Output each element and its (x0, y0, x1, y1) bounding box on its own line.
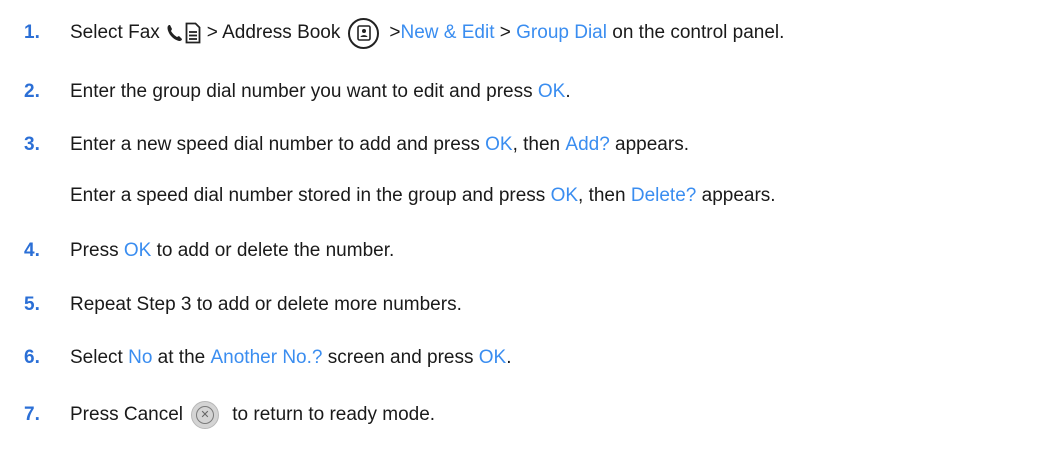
step-text: Select No at the Another No.? screen and… (70, 347, 512, 369)
step-text-part: appears. (696, 185, 776, 206)
step-number: 2. (24, 81, 40, 102)
step-text-part: . (506, 347, 512, 368)
close-x-icon: ✕ (196, 406, 214, 424)
step-text: Enter the group dial number you want to … (70, 81, 571, 103)
step-3-continuation: Enter a speed dial number stored in the … (24, 181, 1047, 211)
step-text-part: appears. (609, 134, 689, 155)
document-icon (185, 22, 201, 44)
add-prompt-label: Add? (565, 134, 610, 155)
step-text-part: Enter a new speed dial number to add and… (70, 134, 486, 155)
step-number: 7. (24, 404, 40, 425)
step-text-part: on the control panel. (606, 22, 785, 43)
step-7: 7. Press Cancel ✕ to return to ready mode… (24, 400, 1047, 430)
cancel-icon: ✕ (191, 401, 219, 429)
ok-label: OK (478, 347, 507, 368)
step-text-part: to return to ready mode. (227, 404, 436, 425)
step-number: 5. (24, 294, 40, 315)
step-text-part: , then (578, 185, 631, 206)
instruction-steps: 1. Select Fax > Address Book > New & Edi… (0, 0, 1047, 464)
step-6: 6. Select No at the Another No.? screen … (24, 343, 1047, 373)
step-4: 4. Press OK to add or delete the number. (24, 236, 1047, 266)
step-text-part: > (389, 22, 401, 43)
step-text-part: Press Cancel (70, 404, 183, 425)
step-text-part: Repeat Step 3 to add or delete more numb… (70, 294, 462, 315)
step-number: 4. (24, 240, 40, 261)
step-5: 5. Repeat Step 3 to add or delete more n… (24, 290, 1047, 320)
menu-path-new-edit: New & Edit (400, 22, 495, 43)
step-text-part: Select Fax (70, 22, 160, 43)
step-text: Repeat Step 3 to add or delete more numb… (70, 294, 462, 316)
step-text-part: to add or delete the number. (151, 240, 395, 261)
step-text-part: , then (512, 134, 566, 155)
step-number: 6. (24, 347, 40, 368)
menu-path-group-dial: Group Dial (516, 22, 607, 43)
step-3: 3. Enter a new speed dial number to add … (24, 130, 1047, 160)
delete-prompt-label: Delete? (630, 185, 697, 206)
no-option-label: No (128, 347, 153, 368)
step-text-part: Press (70, 240, 124, 261)
step-text-part: . (565, 81, 571, 102)
address-book-icon (348, 17, 380, 49)
step-text: Press OK to add or delete the number. (70, 240, 394, 262)
step-number: 3. (24, 134, 40, 155)
step-text-part: > Address Book (206, 22, 341, 43)
step-text-part: Select (70, 347, 129, 368)
ok-label: OK (550, 185, 579, 206)
step-text-part: Enter a speed dial number stored in the … (70, 185, 551, 206)
step-text-part: screen and press (322, 347, 479, 368)
step-text: Enter a new speed dial number to add and… (70, 134, 689, 156)
step-text-part: at the (152, 347, 211, 368)
step-1: 1. Select Fax > Address Book > New & Edi… (24, 17, 1047, 49)
ok-label: OK (123, 240, 152, 261)
step-text-part: Enter the group dial number you want to … (70, 81, 538, 102)
step-text: Enter a speed dial number stored in the … (70, 185, 776, 207)
another-no-screen-label: Another No.? (210, 347, 323, 368)
step-number: 1. (24, 22, 40, 43)
fax-icon-group (166, 22, 201, 44)
fax-phone-icon (167, 25, 182, 41)
ok-label: OK (485, 134, 513, 155)
step-text: Select Fax > Address Book > New & Edit >… (70, 17, 785, 49)
step-text-part: > (494, 22, 517, 43)
ok-label: OK (537, 81, 566, 102)
step-2: 2. Enter the group dial number you want … (24, 77, 1047, 107)
step-text: Press Cancel ✕ to return to ready mode. (70, 401, 435, 429)
